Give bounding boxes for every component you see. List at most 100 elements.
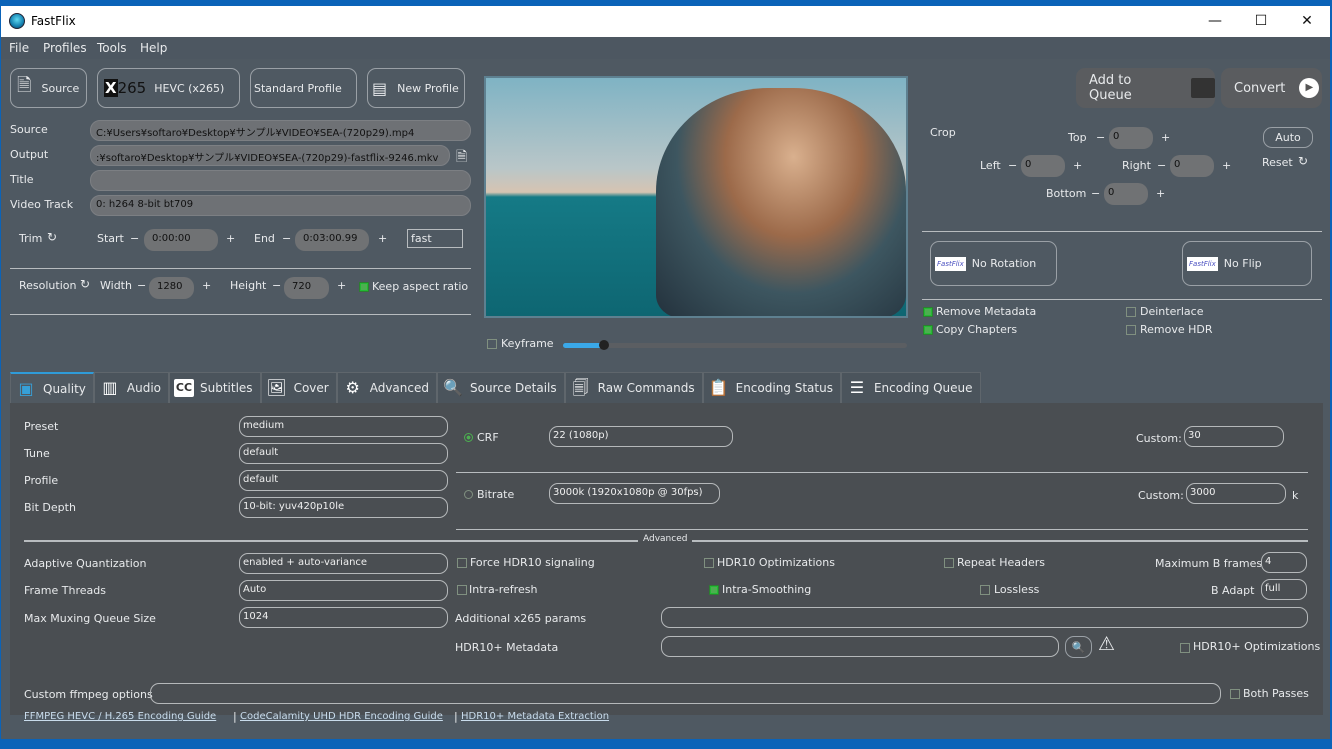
menu-tools[interactable]: Tools xyxy=(97,41,127,55)
hdr10p-metadata-label: HDR10+ Metadata xyxy=(455,641,559,654)
x265-params-field[interactable] xyxy=(661,607,1308,628)
frame-threads-select[interactable]: Auto xyxy=(239,580,448,601)
hdr10-opt-checkbox[interactable] xyxy=(704,558,714,568)
tab-raw-commands[interactable]: 🗐 Raw Commands xyxy=(564,372,703,403)
encoder-select[interactable]: X 265 HEVC (x265) xyxy=(97,68,240,108)
tab-advanced[interactable]: ⚙ Advanced xyxy=(336,372,437,403)
start-time-field[interactable]: 0:00:00 xyxy=(144,229,218,251)
tune-select[interactable]: default xyxy=(239,443,448,464)
bit-depth-select[interactable]: 10-bit: yuv420p10le xyxy=(239,497,448,518)
add-to-queue-button[interactable]: Add to Queue xyxy=(1076,68,1215,108)
crop-top-plus[interactable]: + xyxy=(1161,131,1170,144)
hdr-guide-link[interactable]: CodeCalamity UHD HDR Encoding Guide xyxy=(240,711,443,722)
crop-left-plus[interactable]: + xyxy=(1073,159,1082,172)
bitrate-select[interactable]: 3000k (1920x1080p @ 30fps) xyxy=(549,483,720,504)
height-field[interactable]: 720 xyxy=(284,277,329,299)
crop-left-minus[interactable]: − xyxy=(1008,159,1017,172)
keep-aspect-checkbox[interactable] xyxy=(359,282,369,292)
height-plus-button[interactable]: + xyxy=(337,279,346,292)
crf-select[interactable]: 22 (1080p) xyxy=(549,426,733,447)
convert-button[interactable]: Convert ▶ xyxy=(1221,68,1322,108)
timeline-handle[interactable] xyxy=(599,340,610,350)
maximize-button[interactable]: ☐ xyxy=(1238,10,1284,34)
hdr10p-metadata-field[interactable] xyxy=(661,636,1059,657)
copy-chapters-checkbox[interactable] xyxy=(923,325,933,335)
bitrate-radio[interactable] xyxy=(464,490,473,499)
tab-encoding-status[interactable]: 📋 Encoding Status xyxy=(702,372,841,403)
resolution-reset-icon[interactable]: ↻ xyxy=(80,277,90,291)
profile-select[interactable]: default xyxy=(239,470,448,491)
title-field[interactable] xyxy=(90,170,471,191)
both-passes-checkbox[interactable] xyxy=(1230,689,1240,699)
intra-refresh-checkbox[interactable] xyxy=(457,585,467,595)
clipboard-icon: 📋 xyxy=(708,378,729,397)
remove-hdr-checkbox[interactable] xyxy=(1126,325,1136,335)
crop-right-field[interactable]: 0 xyxy=(1170,155,1214,177)
ffmpeg-options-field[interactable] xyxy=(150,683,1221,704)
timeline-slider[interactable] xyxy=(563,340,907,350)
end-minus-button[interactable]: − xyxy=(282,232,291,245)
crop-bottom-minus[interactable]: − xyxy=(1091,187,1100,200)
intra-smoothing-checkbox[interactable] xyxy=(709,585,719,595)
lossless-checkbox[interactable] xyxy=(980,585,990,595)
hdr10p-extraction-link[interactable]: HDR10+ Metadata Extraction xyxy=(461,711,609,722)
rotation-button[interactable]: FastFlix No Rotation xyxy=(930,241,1057,286)
start-minus-button[interactable]: − xyxy=(130,232,139,245)
hevc-guide-link[interactable]: FFMPEG HEVC / H.265 Encoding Guide xyxy=(24,711,216,722)
menu-profiles[interactable]: Profiles xyxy=(43,41,87,55)
crop-right-plus[interactable]: + xyxy=(1222,159,1231,172)
seek-mode-select[interactable]: fast xyxy=(407,229,463,248)
trim-reset-icon[interactable]: ↻ xyxy=(47,230,57,244)
max-b-frames-field[interactable]: 4 xyxy=(1261,552,1307,573)
menu-help[interactable]: Help xyxy=(140,41,167,55)
tab-cover[interactable]: 🖼 Cover xyxy=(260,372,337,403)
remove-metadata-checkbox[interactable] xyxy=(923,307,933,317)
preset-select[interactable]: medium xyxy=(239,416,448,437)
tab-quality[interactable]: ▣ Quality xyxy=(10,372,94,403)
width-field[interactable]: 1280 xyxy=(149,277,194,299)
hdr10p-opt-checkbox[interactable] xyxy=(1180,643,1190,653)
max-muxing-field[interactable]: 1024 xyxy=(239,607,448,628)
crop-auto-button[interactable]: Auto xyxy=(1263,127,1313,148)
end-time-field[interactable]: 0:03:00.99 xyxy=(295,229,369,251)
b-adapt-select[interactable]: full xyxy=(1261,579,1307,600)
source-path-field[interactable]: C:¥Users¥softaro¥Desktop¥サンプル¥VIDEO¥SEA-… xyxy=(90,120,471,141)
width-minus-button[interactable]: − xyxy=(137,279,146,292)
crop-left-field[interactable]: 0 xyxy=(1021,155,1065,177)
crf-radio[interactable] xyxy=(464,433,473,442)
height-minus-button[interactable]: − xyxy=(272,279,281,292)
end-plus-button[interactable]: + xyxy=(378,232,387,245)
crop-top-minus[interactable]: − xyxy=(1096,131,1105,144)
force-hdr10-checkbox[interactable] xyxy=(457,558,467,568)
tab-audio[interactable]: ▥ Audio xyxy=(93,372,169,403)
new-profile-button[interactable]: ▤ New Profile xyxy=(367,68,465,108)
repeat-headers-checkbox[interactable] xyxy=(944,558,954,568)
bitrate-custom-field[interactable]: 3000 xyxy=(1186,483,1286,504)
keyframe-checkbox[interactable] xyxy=(487,339,497,349)
tab-source-details[interactable]: 🔍 Source Details xyxy=(436,372,565,403)
menu-file[interactable]: File xyxy=(9,41,29,55)
crop-reset-icon[interactable]: ↻ xyxy=(1298,154,1308,168)
hdr10p-browse-button[interactable]: 🔍 xyxy=(1065,636,1092,658)
crop-right-minus[interactable]: − xyxy=(1157,159,1166,172)
flip-button[interactable]: FastFlix No Flip xyxy=(1182,241,1312,286)
crf-custom-field[interactable]: 30 xyxy=(1184,426,1284,447)
output-path-field[interactable]: :¥softaro¥Desktop¥サンプル¥VIDEO¥SEA-(720p29… xyxy=(90,145,450,166)
profile-select[interactable]: Standard Profile xyxy=(250,68,357,108)
video-track-select[interactable]: 0: h264 8-bit bt709 xyxy=(90,195,471,216)
close-button[interactable]: ✕ xyxy=(1284,10,1330,34)
tab-encoding-queue[interactable]: ☰ Encoding Queue xyxy=(840,372,981,403)
width-plus-button[interactable]: + xyxy=(202,279,211,292)
hdr10p-opt-label: HDR10+ Optimizations xyxy=(1193,640,1321,653)
deinterlace-checkbox[interactable] xyxy=(1126,307,1136,317)
aq-select[interactable]: enabled + auto-variance xyxy=(239,553,448,574)
start-plus-button[interactable]: + xyxy=(226,232,235,245)
crop-bottom-plus[interactable]: + xyxy=(1156,187,1165,200)
minimize-button[interactable]: — xyxy=(1192,10,1238,34)
crop-bottom-field[interactable]: 0 xyxy=(1104,183,1148,205)
crop-top-field[interactable]: 0 xyxy=(1109,127,1153,149)
tab-subtitles[interactable]: CC Subtitles xyxy=(169,372,261,403)
crop-reset-button[interactable]: Reset xyxy=(1262,156,1293,169)
output-browse-icon[interactable]: 🗎 xyxy=(456,146,467,170)
source-button[interactable]: 🗎 Source xyxy=(10,68,87,108)
